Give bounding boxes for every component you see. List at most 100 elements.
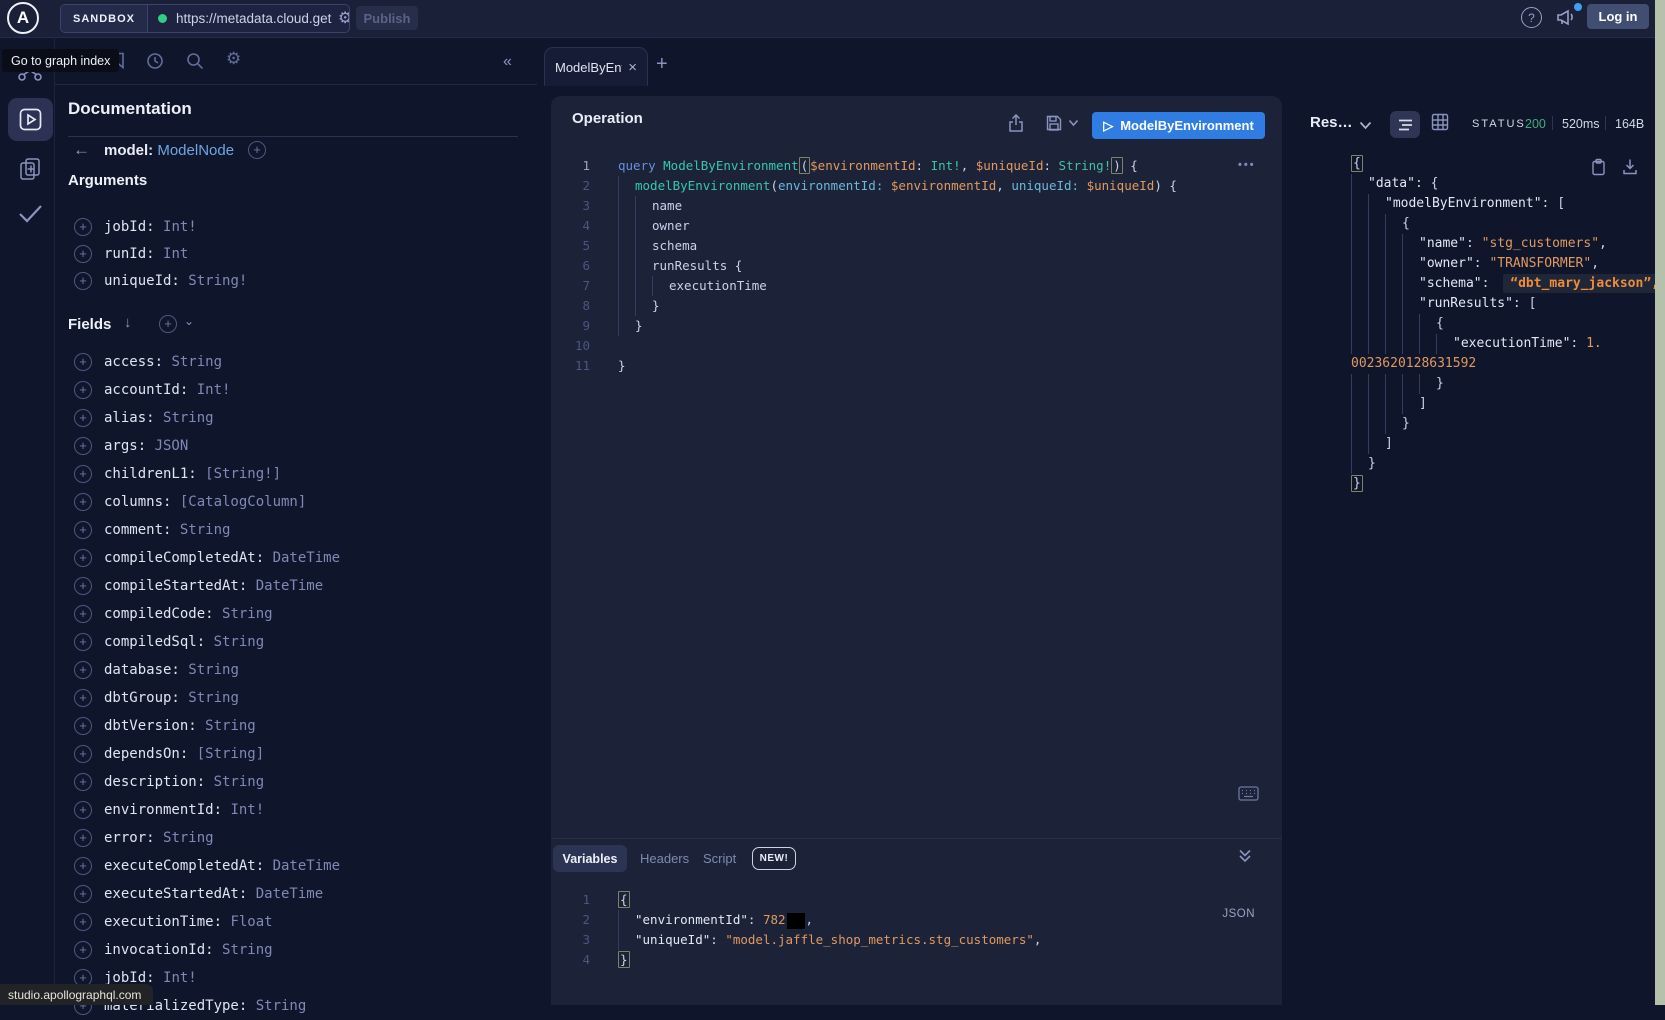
add-field-plus-icon[interactable]: +	[74, 353, 92, 371]
run-operation-button[interactable]: ▷ ModelByEnvironment	[1092, 112, 1265, 139]
indent-guide	[1351, 434, 1368, 454]
code-line: 0023620128631592	[1323, 354, 1665, 374]
field-type[interactable]: [String!]	[205, 466, 281, 482]
field-type[interactable]: Int!	[230, 802, 264, 818]
add-field-plus-icon[interactable]: +	[74, 857, 92, 875]
announcements-megaphone-icon[interactable]	[1555, 7, 1577, 27]
field-type[interactable]: String	[214, 634, 265, 650]
add-field-plus-icon[interactable]: +	[74, 913, 92, 931]
field-type[interactable]: String	[222, 606, 273, 622]
field-type[interactable]: DateTime	[256, 578, 323, 594]
add-field-plus-icon[interactable]: +	[74, 409, 92, 427]
add-field-plus-icon[interactable]: +	[74, 549, 92, 567]
field-type[interactable]: String	[205, 718, 256, 734]
help-icon[interactable]: ?	[1521, 7, 1542, 28]
tab-headers[interactable]: Headers	[640, 851, 689, 866]
login-button[interactable]: Log in	[1587, 4, 1649, 29]
collapse-panel-double-chevron-icon[interactable]	[1238, 848, 1252, 863]
save-chevron-icon[interactable]	[1068, 119, 1079, 127]
add-field-plus-icon[interactable]: +	[74, 577, 92, 595]
add-field-plus-icon[interactable]: +	[74, 245, 92, 263]
add-field-plus-icon[interactable]: +	[74, 465, 92, 483]
response-table-view-button[interactable]	[1431, 113, 1449, 131]
add-field-plus-icon[interactable]: +	[74, 381, 92, 399]
rail-item-changelog[interactable]	[18, 157, 43, 181]
fields-chevron-icon[interactable]: ⌄	[184, 314, 194, 328]
add-field-plus-icon[interactable]: +	[74, 717, 92, 735]
sidebar-collapse-button[interactable]: «	[503, 53, 512, 71]
add-field-plus-icon[interactable]: +	[74, 885, 92, 903]
new-tab-button[interactable]: +	[656, 53, 668, 76]
tab-script[interactable]: Script	[703, 851, 736, 866]
apollo-logo-icon[interactable]: A	[7, 2, 39, 34]
field-type[interactable]: DateTime	[273, 550, 340, 566]
code-line: 2modelByEnvironment(environmentId: $envi…	[551, 176, 1177, 196]
field-type[interactable]: Int!	[163, 219, 197, 235]
field-type[interactable]: String	[188, 690, 239, 706]
field-type[interactable]: String	[163, 410, 214, 426]
code-token: }	[1402, 416, 1410, 431]
field-type[interactable]: String!	[188, 273, 247, 289]
keyboard-shortcuts-icon[interactable]	[1238, 786, 1259, 801]
sort-fields-icon[interactable]: ↓	[124, 314, 132, 331]
endpoint-url-input[interactable]: https://metadata.cloud.get	[176, 11, 338, 26]
field-type[interactable]: DateTime	[273, 858, 340, 874]
add-field-plus-icon[interactable]: +	[74, 218, 92, 236]
add-field-plus-icon[interactable]: +	[74, 272, 92, 290]
add-all-fields-plus-icon[interactable]: +	[159, 315, 177, 333]
publish-button[interactable]: Publish	[356, 6, 418, 30]
response-dropdown-chevron-icon[interactable]	[1359, 121, 1372, 130]
add-field-plus-icon[interactable]: +	[74, 605, 92, 623]
add-field-plus-icon[interactable]: +	[74, 801, 92, 819]
share-icon[interactable]	[1008, 114, 1024, 132]
field-type[interactable]: String	[171, 354, 222, 370]
save-icon[interactable]	[1046, 115, 1062, 131]
tab-label: ModelByEnvi…	[555, 60, 622, 75]
add-field-plus-icon[interactable]: +	[74, 493, 92, 511]
type-ref-label: model:	[104, 142, 153, 159]
add-field-plus-icon[interactable]: +	[74, 773, 92, 791]
field-type[interactable]: [CatalogColumn]	[180, 494, 306, 510]
add-type-plus-icon[interactable]: +	[248, 141, 266, 159]
field-type[interactable]: String	[163, 830, 214, 846]
field-type[interactable]: Int!	[197, 382, 231, 398]
settings-gear-icon[interactable]: ⚙	[226, 51, 241, 67]
field-type[interactable]: String	[214, 774, 265, 790]
doc-field-row: +executionTime: Float	[0, 908, 530, 936]
search-icon[interactable]	[186, 52, 204, 70]
field-type[interactable]: [String]	[197, 746, 264, 762]
field-type[interactable]: DateTime	[256, 886, 323, 902]
endpoint-settings-gear-icon[interactable]: ⚙	[338, 11, 350, 27]
variables-editor[interactable]: 1{2"environmentId": 782,3"uniqueId": "mo…	[551, 890, 1041, 970]
back-arrow-icon[interactable]: ←	[73, 140, 90, 160]
tab-close-icon[interactable]: ×	[628, 59, 637, 76]
field-type[interactable]: String	[180, 522, 231, 538]
add-field-plus-icon[interactable]: +	[74, 829, 92, 847]
field-type[interactable]: Int!	[163, 970, 197, 986]
code-token: : {	[1415, 176, 1438, 191]
query-editor[interactable]: 1query ModelByEnvironment($environmentId…	[551, 156, 1177, 376]
field-type[interactable]: String	[256, 998, 307, 1014]
add-field-plus-icon[interactable]: +	[74, 521, 92, 539]
history-icon[interactable]	[146, 52, 164, 70]
add-field-plus-icon[interactable]: +	[74, 633, 92, 651]
add-field-plus-icon[interactable]: +	[74, 437, 92, 455]
field-type[interactable]: Float	[230, 914, 272, 930]
code-line: "name": "stg_customers",	[1323, 234, 1665, 254]
add-field-plus-icon[interactable]: +	[74, 941, 92, 959]
field-type[interactable]: JSON	[155, 438, 189, 454]
type-ref-type-link[interactable]: ModelNode	[157, 142, 234, 159]
response-tree-view-button[interactable]	[1390, 111, 1420, 138]
add-field-plus-icon[interactable]: +	[74, 689, 92, 707]
field-type[interactable]: String	[222, 942, 273, 958]
code-line: 2"environmentId": 782,	[551, 910, 1041, 930]
field-type[interactable]: Int	[163, 246, 188, 262]
browser-status-bar: studio.apollographql.com	[0, 984, 153, 1005]
operation-overflow-button[interactable]: •••	[1238, 159, 1256, 171]
tab-variables[interactable]: Variables	[553, 845, 627, 872]
tab-modelbyenvironment[interactable]: ModelByEnvi… ×	[544, 47, 648, 86]
field-type[interactable]: String	[188, 662, 239, 678]
response-json-viewer[interactable]: {"data": {"modelByEnvironment": [{"name"…	[1323, 154, 1665, 494]
add-field-plus-icon[interactable]: +	[74, 661, 92, 679]
add-field-plus-icon[interactable]: +	[74, 745, 92, 763]
